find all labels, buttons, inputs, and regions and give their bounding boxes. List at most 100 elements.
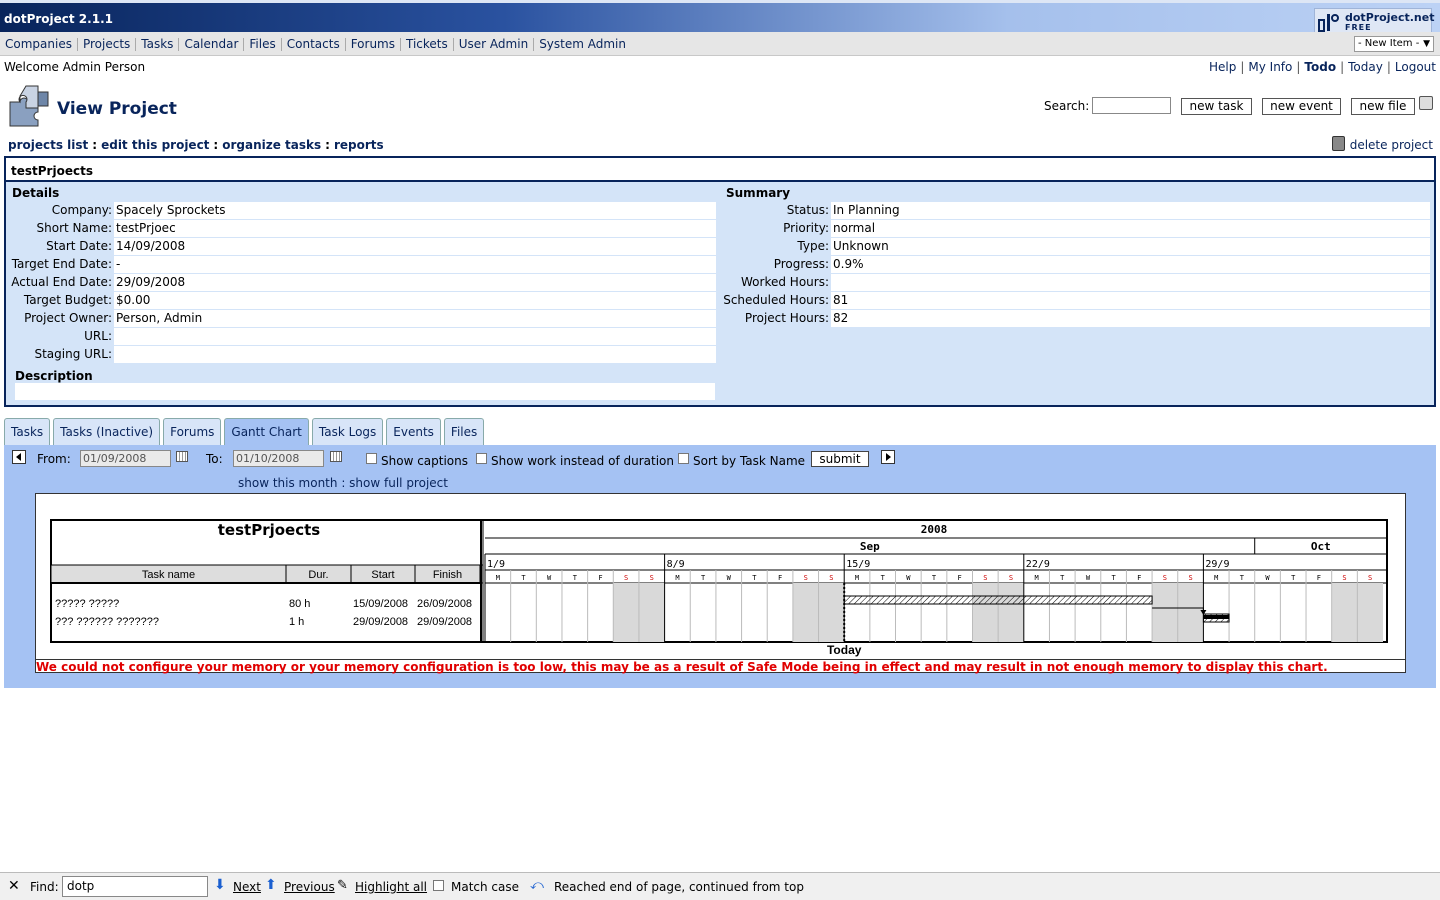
edit-project-link[interactable]: edit this project	[101, 138, 209, 152]
tab-bar: Tasks Tasks (Inactive) Forums Gantt Chart Ta…	[4, 418, 487, 445]
next-month-button[interactable]	[881, 450, 895, 464]
from-label: From:	[37, 452, 71, 466]
gantt-day-letter: F	[598, 574, 602, 582]
summary-value: 82	[831, 310, 1430, 327]
find-input[interactable]: dotp	[62, 876, 208, 897]
detail-label: Start Date:	[46, 239, 112, 253]
detail-label: Actual End Date:	[11, 275, 112, 289]
delete-project-link[interactable]: delete project	[1331, 136, 1433, 152]
highlight-all-button[interactable]: Highlight all	[355, 880, 427, 894]
show-work-label: Show work instead of duration	[491, 454, 674, 468]
summary-value: 81	[831, 292, 1430, 309]
submit-button[interactable]: submit	[811, 451, 869, 467]
menu-item-user-admin[interactable]: User Admin	[454, 38, 535, 51]
detail-value	[114, 328, 716, 345]
description-heading: Description	[15, 369, 93, 383]
gantt-day-letter: M	[1035, 574, 1039, 582]
gantt-task-start: 15/09/2008	[353, 598, 408, 610]
calendar-icon[interactable]	[176, 451, 188, 462]
summary-label: Priority:	[783, 221, 829, 235]
reports-link[interactable]: reports	[334, 138, 384, 152]
todo-link[interactable]: Todo	[1304, 60, 1336, 74]
tab-task-logs[interactable]: Task Logs	[311, 418, 384, 445]
today-link[interactable]: Today	[1348, 60, 1383, 74]
gantt-day-letter: M	[675, 574, 679, 582]
sort-by-name-label: Sort by Task Name	[693, 454, 806, 468]
dotproject-logo[interactable]: dotProject.net FREE SOFTWARE	[1314, 8, 1434, 41]
top-links: Help | My Info | Todo | Today | Logout	[1208, 60, 1436, 74]
menu-item-calendar[interactable]: Calendar	[179, 38, 245, 51]
detail-value: testPrjoec	[114, 220, 716, 237]
gantt-week-label: 1/9	[487, 559, 505, 570]
gantt-weekend-shade	[613, 583, 639, 642]
summary-label: Progress:	[773, 257, 829, 271]
new-item-select[interactable]: - New Item - ▼	[1354, 36, 1434, 52]
menu-item-companies[interactable]: Companies	[0, 38, 78, 51]
new-task-button[interactable]: new task	[1181, 98, 1252, 115]
gantt-week-label: 29/9	[1205, 559, 1229, 570]
gantt-month: Oct	[1311, 540, 1331, 553]
tab-gantt-chart[interactable]: Gantt Chart	[224, 418, 309, 445]
find-label: Find:	[30, 880, 59, 894]
organize-tasks-link[interactable]: organize tasks	[222, 138, 321, 152]
show-captions-checkbox[interactable]	[366, 453, 377, 464]
calendar-icon[interactable]	[330, 451, 342, 462]
gantt-day-letter: M	[855, 574, 859, 582]
arrow-left-icon	[16, 453, 21, 461]
menu-item-contacts[interactable]: Contacts	[282, 38, 346, 51]
tab-files[interactable]: Files	[443, 418, 485, 445]
gantt-day-letter: S	[1163, 574, 1167, 582]
gantt-weekend-shade	[1152, 583, 1178, 642]
sort-by-name-checkbox[interactable]	[678, 453, 689, 464]
gantt-weekend-shade	[818, 583, 845, 642]
new-file-button[interactable]: new file	[1351, 98, 1415, 115]
gantt-weekend-shade	[638, 583, 665, 642]
logout-link[interactable]: Logout	[1395, 60, 1436, 74]
to-date-input[interactable]: 01/10/2008	[233, 450, 324, 467]
new-item-value: - New Item -	[1358, 38, 1420, 49]
menu-item-system-admin[interactable]: System Admin	[534, 38, 631, 51]
show-month-link[interactable]: show this month	[238, 476, 338, 490]
projects-list-link[interactable]: projects list	[8, 138, 88, 152]
match-case-checkbox[interactable]	[433, 880, 444, 891]
tab-events[interactable]: Events	[386, 418, 441, 445]
detail-label: Staging URL:	[34, 347, 112, 361]
menu-item-files[interactable]: Files	[244, 38, 282, 51]
from-date-input[interactable]: 01/09/2008	[80, 450, 171, 467]
show-full-project-link[interactable]: show full project	[349, 476, 448, 490]
menu-item-tasks[interactable]: Tasks	[136, 38, 180, 51]
menu-item-tickets[interactable]: Tickets	[401, 38, 454, 51]
search-input[interactable]	[1092, 97, 1171, 114]
settings-icon[interactable]	[1419, 96, 1433, 110]
menu-item-projects[interactable]: Projects	[78, 38, 137, 51]
arrow-right-icon	[886, 453, 891, 461]
find-next-button[interactable]: Next	[233, 880, 261, 894]
show-work-checkbox[interactable]	[476, 453, 487, 464]
gantt-weekend-shade	[972, 583, 999, 642]
tab-forums[interactable]: Forums	[163, 418, 222, 445]
find-status: Reached end of page, continued from top	[554, 880, 804, 894]
summary-value	[831, 274, 1430, 291]
menu-item-forums[interactable]: Forums	[346, 38, 401, 51]
delete-project-label: delete project	[1349, 138, 1433, 152]
gantt-day-letter: S	[1368, 574, 1372, 582]
help-link[interactable]: Help	[1209, 60, 1236, 74]
gantt-day-letter: S	[624, 574, 628, 582]
gantt-weekend-shade	[1177, 583, 1204, 642]
close-icon[interactable]: ✕	[8, 878, 20, 894]
gantt-chart: testPrjoects Task name Dur. Start Finish????…	[35, 493, 1406, 673]
my-info-link[interactable]: My Info	[1248, 60, 1292, 74]
tab-tasks-inactive[interactable]: Tasks (Inactive)	[53, 418, 161, 445]
logo-mark-icon	[1318, 14, 1339, 32]
gantt-weekend-shade	[1357, 583, 1383, 642]
summary-label: Scheduled Hours:	[723, 293, 829, 307]
tab-tasks[interactable]: Tasks	[4, 418, 51, 445]
summary-value: In Planning	[831, 202, 1430, 219]
gantt-day-letter: S	[829, 574, 833, 582]
gantt-progress-bar	[1203, 615, 1230, 619]
find-previous-button[interactable]: Previous	[284, 880, 335, 894]
find-bar: ✕ Find: dotp ⬇ Next ⬆ Previous ✎ Highlig…	[0, 872, 1440, 900]
search-label: Search:	[1044, 99, 1090, 113]
new-event-button[interactable]: new event	[1262, 98, 1341, 115]
prev-month-button[interactable]	[12, 450, 26, 464]
